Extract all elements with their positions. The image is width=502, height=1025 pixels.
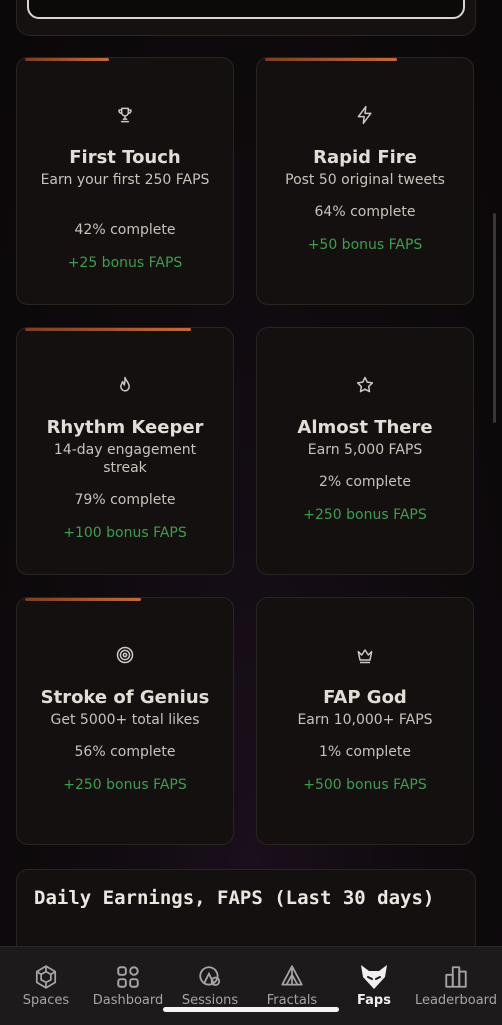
top-input-field[interactable] xyxy=(27,0,465,19)
achievement-percent-complete: 1% complete xyxy=(318,744,412,760)
target-icon xyxy=(17,644,233,666)
achievement-description: Post 50 original tweets xyxy=(285,172,445,188)
flame-icon xyxy=(17,374,233,396)
leaderboard-icon xyxy=(443,963,469,991)
nav-leaderboard[interactable]: Leaderboard xyxy=(414,947,498,1025)
achievement-bonus: +250 bonus FAPS xyxy=(63,777,187,793)
daily-earnings-title: Daily Earnings, FAPS (Last 30 days) xyxy=(34,887,435,909)
crown-icon xyxy=(257,644,473,666)
nav-label: Leaderboard xyxy=(414,993,498,1008)
achievement-card-fap-god[interactable]: FAP God Earn 10,000+ FAPS 1% complete +5… xyxy=(256,597,474,845)
achievement-bonus: +50 bonus FAPS xyxy=(307,237,423,253)
achievement-progress-bar xyxy=(265,58,397,61)
achievement-bonus: +250 bonus FAPS xyxy=(303,507,427,523)
achievement-percent-complete: 56% complete xyxy=(74,744,176,760)
nav-label: Fractals xyxy=(266,993,318,1008)
achievement-description: Earn 5,000 FAPS xyxy=(307,442,423,458)
achievement-card-rapid-fire[interactable]: Rapid Fire Post 50 original tweets 64% c… xyxy=(256,57,474,305)
achievement-title: First Touch xyxy=(69,147,181,168)
dashboard-icon xyxy=(115,963,141,991)
bottom-nav: Spaces Dashboard Sessions Fractals Faps … xyxy=(0,946,502,1025)
achievement-title: FAP God xyxy=(323,687,407,708)
achievement-percent-complete: 2% complete xyxy=(318,474,412,490)
nav-dashboard[interactable]: Dashboard xyxy=(92,947,164,1025)
achievement-percent-complete: 42% complete xyxy=(74,222,176,238)
nav-label: Dashboard xyxy=(92,993,164,1008)
achievement-description: Earn 10,000+ FAPS xyxy=(297,712,433,728)
achievement-bonus: +100 bonus FAPS xyxy=(63,525,187,541)
achievement-description: Earn your first 250 FAPS xyxy=(40,172,210,188)
achievement-progress-bar xyxy=(25,58,109,61)
top-card xyxy=(16,0,476,36)
nav-sessions[interactable]: Sessions xyxy=(180,947,240,1025)
achievement-title: Rapid Fire xyxy=(313,147,417,168)
achievement-progress-bar xyxy=(25,328,191,331)
faps-icon xyxy=(359,963,389,991)
sessions-icon xyxy=(197,963,223,991)
achievement-title: Rhythm Keeper xyxy=(46,417,204,438)
star-icon xyxy=(257,374,473,396)
scrollbar[interactable] xyxy=(493,213,496,423)
lightning-icon xyxy=(257,104,473,126)
achievement-bonus: +500 bonus FAPS xyxy=(303,777,427,793)
nav-label: Spaces xyxy=(22,993,70,1008)
achievement-bonus: +25 bonus FAPS xyxy=(67,255,183,271)
achievement-card-rhythm-keeper[interactable]: Rhythm Keeper 14-day engagement streak 7… xyxy=(16,327,234,575)
achievement-title: Almost There xyxy=(297,417,433,438)
nav-spaces[interactable]: Spaces xyxy=(18,947,74,1025)
nav-label: Sessions xyxy=(181,993,239,1008)
spaces-icon xyxy=(33,963,59,991)
achievement-percent-complete: 79% complete xyxy=(74,492,176,508)
home-indicator[interactable] xyxy=(163,1007,339,1012)
achievement-card-almost-there[interactable]: Almost There Earn 5,000 FAPS 2% complete… xyxy=(256,327,474,575)
achievement-percent-complete: 64% complete xyxy=(314,204,416,220)
achievement-description: 14-day engagement streak xyxy=(53,442,197,476)
trophy-icon xyxy=(17,104,233,126)
fractals-icon xyxy=(279,963,305,991)
nav-label: Faps xyxy=(357,993,391,1008)
nav-fractals[interactable]: Fractals xyxy=(262,947,322,1025)
achievement-description: Get 5000+ total likes xyxy=(50,712,200,728)
achievement-card-first-touch[interactable]: First Touch Earn your first 250 FAPS 42%… xyxy=(16,57,234,305)
achievement-title: Stroke of Genius xyxy=(40,687,210,708)
nav-faps[interactable]: Faps xyxy=(348,947,400,1025)
achievement-card-stroke-of-genius[interactable]: Stroke of Genius Get 5000+ total likes 5… xyxy=(16,597,234,845)
achievement-progress-bar xyxy=(25,598,141,601)
